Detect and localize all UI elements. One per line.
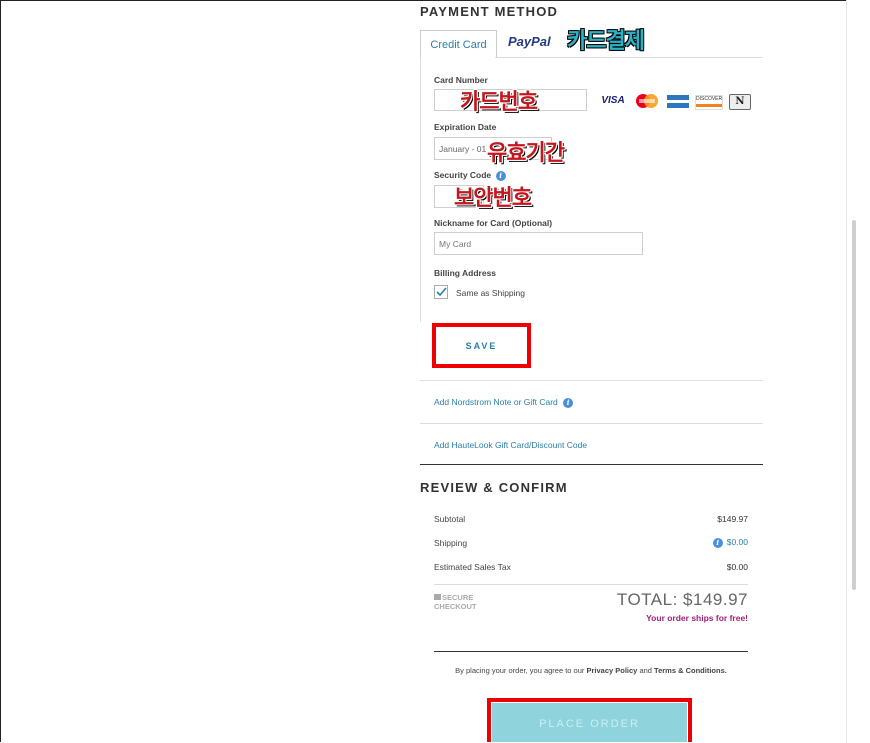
terms-link[interactable]: Terms & Conditions. — [654, 666, 727, 675]
order-total: TOTAL: $149.97 — [616, 590, 748, 609]
nordstrom-card-logo: N — [729, 94, 751, 110]
scrollbar-thumb[interactable] — [852, 220, 856, 590]
billing-address-label: Billing Address — [434, 268, 497, 278]
expiration-label: Expiration Date — [434, 122, 497, 132]
tax-value: $0.00 — [726, 562, 748, 572]
add-note-gift-card-link[interactable]: Add Nordstrom Note or Gift Card i — [434, 397, 574, 408]
annotation-expiration: 유효기간 — [487, 140, 565, 165]
subtotal-label: Subtotal — [434, 514, 466, 524]
legal-agreement: By placing your order, you agree to our … — [455, 666, 727, 675]
divider — [434, 651, 748, 652]
panel-left-border — [420, 57, 421, 322]
annotation-security: 보안번호 — [454, 185, 532, 210]
visa-logo: VISA — [601, 95, 625, 106]
tab-credit-card[interactable]: Credit Card — [420, 30, 497, 58]
save-button[interactable]: SAVE — [442, 334, 521, 358]
section-divider — [420, 464, 763, 465]
nickname-input[interactable] — [434, 232, 643, 255]
lock-icon — [434, 594, 441, 600]
secure-checkout-badge: SECURE CHECKOUT — [434, 593, 477, 611]
review-confirm-title: REVIEW & CONFIRM — [420, 480, 568, 495]
scrollbar[interactable] — [846, 0, 870, 743]
tax-label: Estimated Sales Tax — [434, 562, 511, 572]
divider — [420, 423, 763, 424]
nickname-label: Nickname for Card (Optional) — [434, 218, 553, 228]
divider — [420, 380, 763, 381]
checkout-page: PAYMENT METHOD Credit Card PayPal 카드결제 C… — [0, 0, 870, 742]
checkmark-icon — [436, 287, 447, 297]
tab-underline — [495, 57, 763, 58]
add-hautelook-code-link[interactable]: Add HauteLook Gift Card/Discount Code — [434, 440, 587, 450]
annotation-card-payment: 카드결제 — [567, 28, 645, 53]
free-shipping-note: Your order ships for free! — [646, 613, 748, 623]
privacy-policy-link[interactable]: Privacy Policy — [586, 666, 637, 675]
discover-logo: DISCOVER — [695, 95, 723, 110]
card-logos: VISA DISCOVER N — [599, 94, 759, 110]
amex-logo — [667, 95, 689, 108]
same-as-shipping-label: Same as Shipping — [456, 288, 525, 298]
subtotal-value: $149.97 — [717, 514, 748, 524]
info-icon[interactable]: i — [563, 398, 574, 408]
divider — [434, 584, 748, 585]
same-as-shipping-checkbox[interactable] — [434, 285, 448, 299]
place-order-button[interactable]: PLACE ORDER — [492, 703, 687, 742]
shipping-value: i $0.00 — [681, 537, 748, 548]
info-icon[interactable]: i — [712, 538, 723, 548]
payment-method-title: PAYMENT METHOD — [420, 4, 559, 19]
annotation-card-number: 카드번호 — [460, 89, 538, 114]
tab-paypal[interactable]: PayPal — [508, 34, 551, 49]
shipping-label: Shipping — [434, 538, 468, 548]
mastercard-logo — [633, 94, 661, 108]
